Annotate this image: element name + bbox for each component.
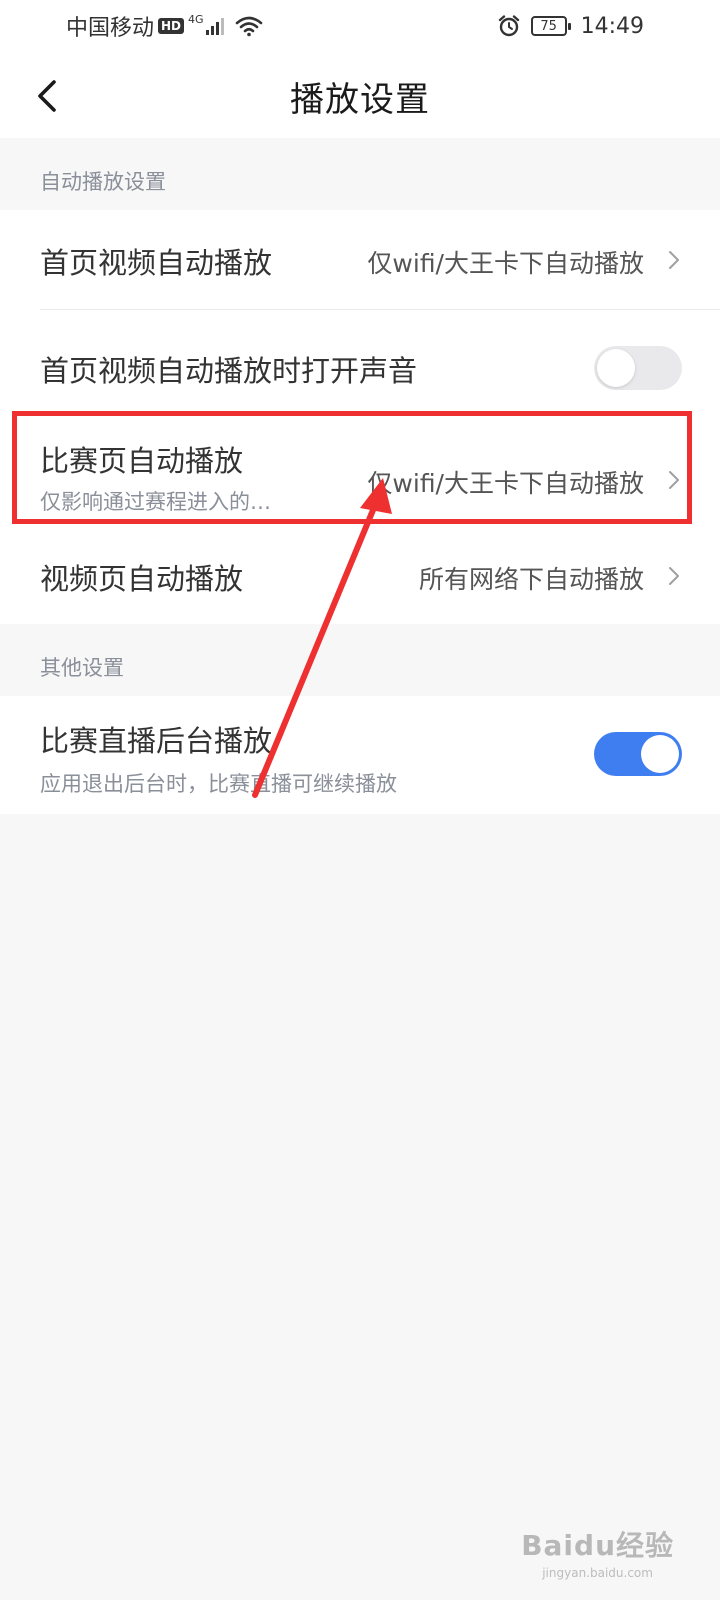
hd-badge: HD	[158, 18, 185, 34]
battery-icon: 75	[530, 16, 571, 36]
setting-row-video-page-autoplay[interactable]: 视频页自动播放 所有网络下自动播放	[0, 526, 720, 624]
watermark: Baidu经验 jingyan.baidu.com	[521, 1524, 674, 1580]
section-label-other: 其他设置	[40, 656, 124, 680]
battery-level: 75	[540, 18, 557, 34]
setting-title: 首页视频自动播放	[40, 246, 273, 280]
setting-row-home-video-sound: 首页视频自动播放时打开声音	[0, 310, 720, 418]
chevron-right-icon	[669, 567, 679, 585]
clock: 14:49	[580, 13, 644, 39]
network-type: 4G	[188, 12, 204, 26]
setting-title: 视频页自动播放	[40, 562, 244, 596]
watermark-logo: Baidu经验	[521, 1529, 674, 1562]
annotation-highlight-box	[12, 411, 692, 524]
toggle-knob	[597, 349, 635, 387]
setting-row-live-background-play: 比赛直播后台播放 应用退出后台时，比赛直播可继续播放	[0, 696, 720, 814]
alarm-icon	[498, 15, 519, 37]
watermark-url: jingyan.baidu.com	[542, 1566, 653, 1580]
sound-toggle[interactable]	[594, 346, 682, 390]
signal-icon	[205, 18, 224, 35]
header: 播放设置	[0, 52, 720, 138]
section-label-autoplay: 自动播放设置	[40, 170, 166, 194]
setting-title: 比赛直播后台播放	[40, 724, 273, 758]
setting-value: 仅wifi/大王卡下自动播放	[367, 249, 644, 278]
status-bar: 中国移动 HD 4G 75 14:49	[0, 0, 720, 52]
background-play-toggle[interactable]	[594, 732, 682, 776]
carrier-label: 中国移动	[66, 16, 155, 41]
setting-value: 所有网络下自动播放	[418, 565, 644, 594]
status-right: 75 14:49	[497, 12, 644, 40]
status-left: 中国移动 HD 4G	[66, 12, 263, 41]
other-settings-panel: 比赛直播后台播放 应用退出后台时，比赛直播可继续播放	[0, 696, 720, 814]
page-title: 播放设置	[290, 80, 430, 120]
setting-row-home-video-autoplay[interactable]: 首页视频自动播放 仅wifi/大王卡下自动播放	[0, 210, 720, 310]
chevron-right-icon	[669, 251, 679, 269]
toggle-knob	[641, 735, 679, 773]
setting-subtitle: 应用退出后台时，比赛直播可继续播放	[40, 772, 397, 796]
wifi-icon	[235, 16, 262, 37]
setting-title: 首页视频自动播放时打开声音	[40, 354, 418, 388]
